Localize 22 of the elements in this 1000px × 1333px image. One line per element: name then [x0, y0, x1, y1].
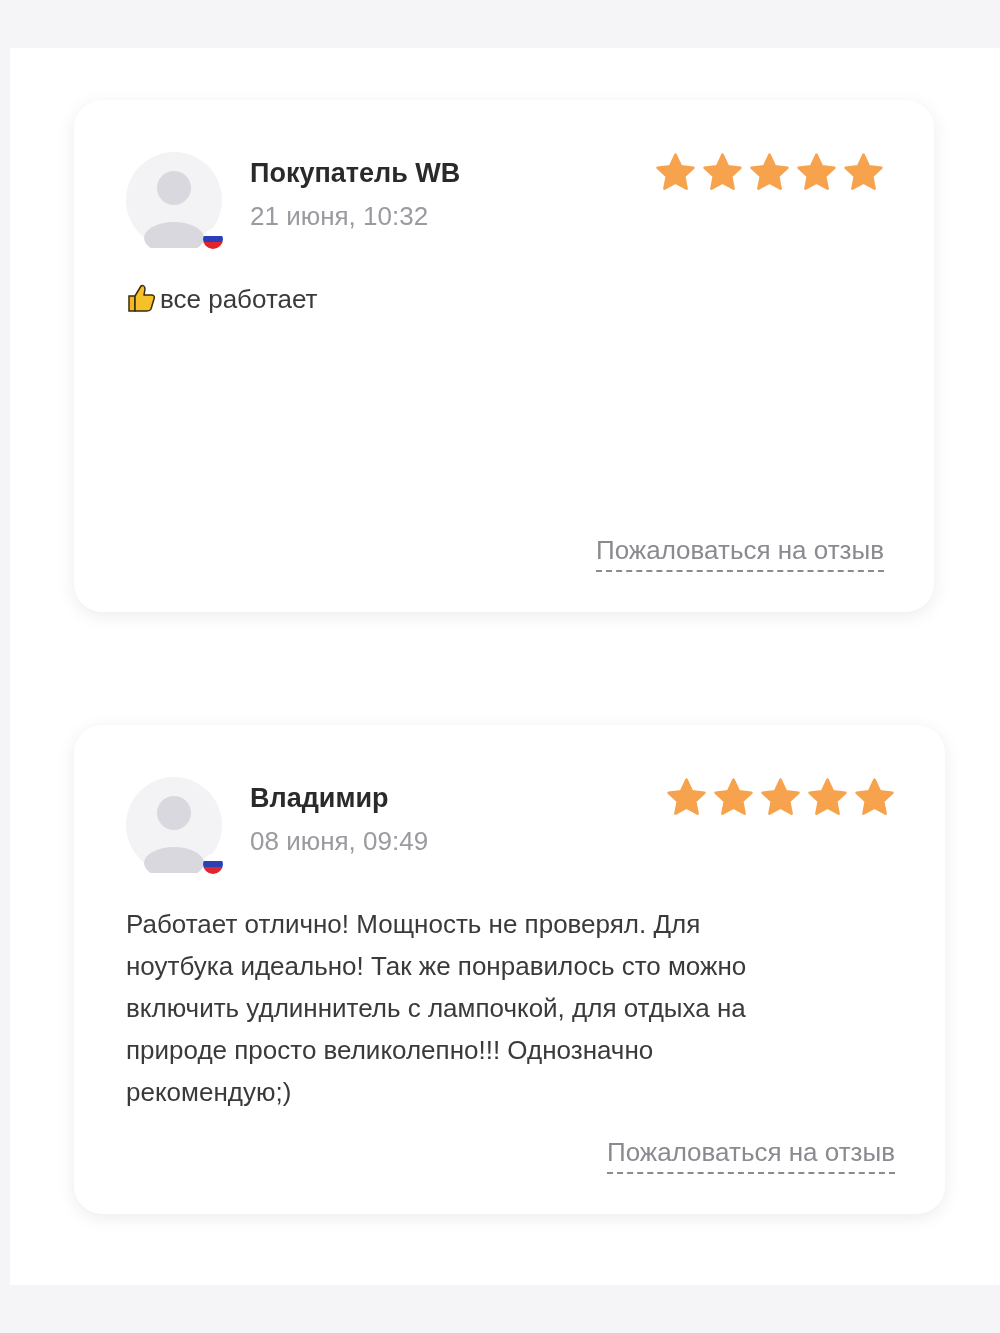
review-text: Работает отлично! Мощность не проверял. Для ноутбука идеально! Так же понравилось сто можно включить удлиннитель с лампочкой, для отдыха на природе просто великолепно!!! Однозначно рекомендую;) [126, 908, 748, 1109]
star-icon [713, 777, 754, 818]
author-name: Владимир [250, 783, 390, 814]
star-icon [807, 777, 848, 818]
review-date: 08 июня, 09:49 [250, 826, 430, 857]
star-icon [655, 152, 696, 193]
star-icon [702, 152, 743, 193]
star-icon [854, 777, 895, 818]
review-date: 21 июня, 10:32 [250, 201, 430, 232]
report-review-link[interactable]: Пожаловаться на отзыв [606, 1137, 895, 1174]
flag-icon [202, 228, 224, 250]
flag-icon [202, 853, 224, 875]
star-icon [843, 152, 884, 193]
star-icon [760, 777, 801, 818]
report-review-link[interactable]: Пожаловаться на отзыв [595, 535, 884, 572]
star-icon [666, 777, 707, 818]
author-name: Покупатель WB [250, 158, 462, 189]
star-icon [796, 152, 837, 193]
review-text: все работает [160, 283, 318, 316]
avatar-icon [126, 152, 222, 248]
star-icon [749, 152, 790, 193]
avatar-icon [126, 777, 222, 873]
